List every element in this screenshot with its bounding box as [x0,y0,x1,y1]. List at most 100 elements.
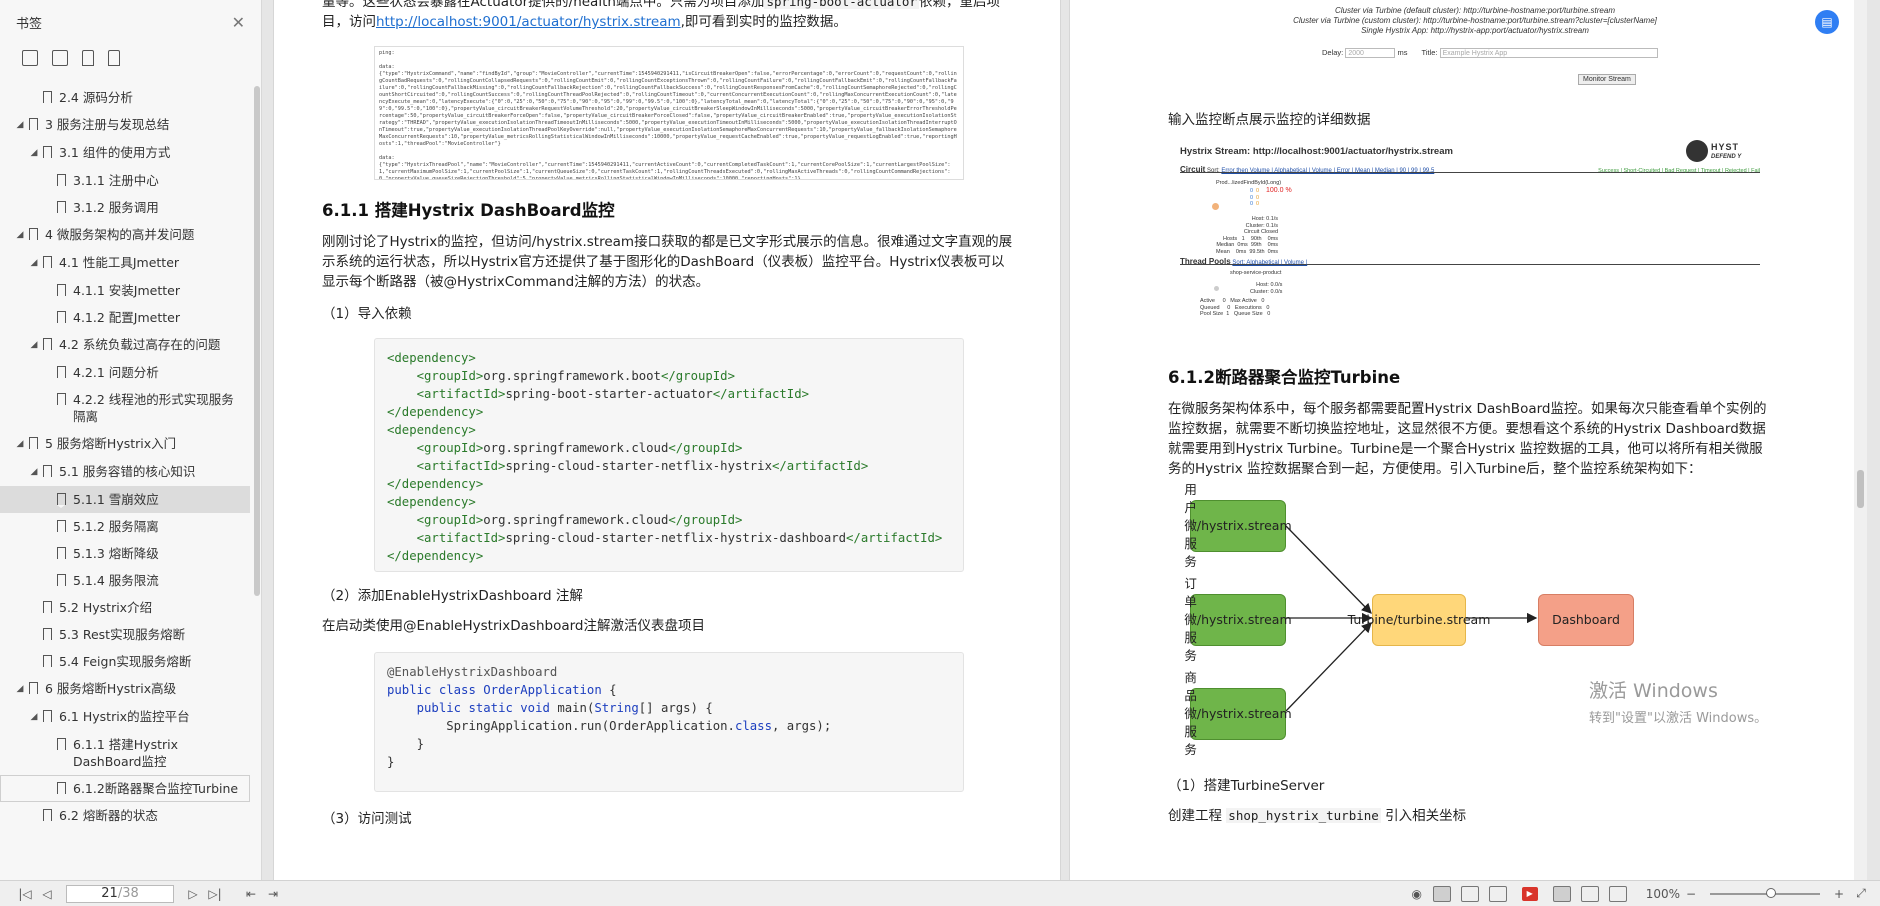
bookmark-item[interactable]: ◢ 5.1 服务容错的核心知识 [0,458,250,486]
expand-arrow-icon[interactable]: ◢ [14,435,26,453]
scroll-thumb[interactable] [1857,470,1864,508]
raw-stream-line: {"type":"HystrixCommand","name":"findByI… [379,71,957,147]
title-input: Example Hystrix App [1439,48,1658,59]
bookmark-icon [43,809,52,824]
bookmark-item[interactable]: 4.1.1 安装Jmetter [0,277,250,304]
bookmark-item[interactable]: 3.1.2 服务调用 [0,194,250,221]
bookmark-item[interactable]: ◢ 6 服务熔断Hystrix高级 [0,675,250,703]
bookmark-label: 4.1.1 安装Jmetter [73,283,180,298]
bookmark-item[interactable]: ◢ 3 服务注册与发现总结 [0,111,250,139]
raw-stream-line [379,148,959,155]
collapse-all-icon[interactable] [52,50,68,66]
forward-icon[interactable]: ⇥ [262,884,284,904]
bookmark-item[interactable]: ◢ 3.1 组件的使用方式 [0,139,250,167]
floating-tool-button[interactable]: ▤ [1815,10,1839,34]
expand-arrow-icon[interactable]: ◢ [28,254,40,272]
bookmark-label: 5.3 Rest实现服务熔断 [59,627,186,642]
zoom-level[interactable]: 100% [1646,887,1680,901]
bookmark-item[interactable]: ◢ 4 微服务架构的高并发问题 [0,221,250,249]
dependency-artifact-id: spring-boot-starter-actuator [505,387,713,401]
bookmark-item[interactable]: 6.1.2断路器聚合监控Turbine [0,775,250,802]
bookmark-item[interactable]: 5.1.2 服务隔离 [0,513,250,540]
bookmark-icon[interactable] [108,50,120,66]
bookmark-item[interactable]: 6.2 熔断器的状态 [0,802,250,829]
actual-size-icon[interactable] [1608,885,1627,902]
arrow-product-to-turbine [1285,622,1372,712]
paragraph-611: 刚刚讨论了Hystrix的监控，但访问/hystrix.stream接口获取的都… [322,234,1013,290]
back-icon[interactable]: ⇤ [240,884,262,904]
zoom-in-icon[interactable]: + [1828,884,1850,904]
code-token: @EnableHystrixDashboard [387,665,558,679]
bookmark-icon [43,338,52,353]
stream-link[interactable]: http://localhost:9001/actuator/hystrix.s… [376,14,681,30]
windows-activation-watermark: 激活 Windows 转到"设置"以激活 Windows。 [1589,680,1768,726]
bookmark-label: 5.1.3 熔断降级 [73,546,159,561]
bookmark-icon [57,520,66,535]
zoom-slider[interactable] [1710,887,1820,898]
bookmark-item[interactable]: 3.1.1 注册中心 [0,167,250,194]
last-page-icon[interactable]: ▷| [204,884,226,904]
next-page-icon[interactable]: ▷ [182,884,204,904]
fullscreen-icon[interactable]: ⤢ [1850,884,1872,904]
status-bar: |◁ ◁ 21/38 ▷ ▷| ⇤ ⇥ ◉ ▶ 100% − + ⤢ [0,880,1880,906]
bookmark-item[interactable]: 5.1.4 服务限流 [0,567,250,594]
bookmark-item[interactable]: ◢ 5 服务熔断Hystrix入门 [0,430,250,458]
expand-arrow-icon[interactable]: ◢ [14,226,26,244]
document-viewport[interactable]: 量等。这些状态会暴露在Actuator提供的/health端点中。只需为项目添加… [263,0,1867,880]
prev-page-icon[interactable]: ◁ [36,884,58,904]
first-page-icon[interactable]: |◁ [14,884,36,904]
bookmark-item[interactable]: 5.1.1 雪崩效应 [0,486,250,513]
bookmark-item[interactable]: 5.2 Hystrix介绍 [0,594,250,621]
bookmark-item[interactable]: ◢ 4.1 性能工具Jmetter [0,249,250,277]
bookmark-item[interactable]: 2.4 源码分析 [0,84,250,111]
fit-width-icon[interactable] [1580,885,1599,902]
hs-circuit-stats: Host: 0.1/s Cluster: 0.1/s Circuit Close… [1216,216,1279,255]
dependency-group-id: org.springframework.cloud [483,441,669,455]
expand-arrow-icon[interactable]: ◢ [28,144,40,162]
sidebar-scrollbar[interactable] [254,86,260,596]
expand-arrow-icon[interactable]: ◢ [14,680,26,698]
play-icon[interactable]: ▶ [1521,886,1538,901]
heading-611: 6.1.1 搭建Hystrix DashBoard监控 [322,201,615,220]
continuous-mode-icon[interactable] [1460,885,1479,902]
eye-protection-icon[interactable]: ◉ [1406,884,1428,904]
fit-page-icon[interactable] [1552,885,1571,902]
two-page-mode-icon[interactable] [1488,885,1507,902]
bookmark-icon [29,118,38,133]
bookmark-label: 6 服务熔断Hystrix高级 [45,681,177,696]
bookmark-label: 5.1.2 服务隔离 [73,519,159,534]
single-page-mode-icon[interactable] [1432,885,1451,902]
expand-all-icon[interactable] [22,50,38,66]
bookmark-item[interactable]: 4.1.2 配置Jmetter [0,304,250,331]
arrow-user-to-turbine [1285,525,1372,614]
bookmark-item[interactable]: 4.2.2 线程池的形式实现服务隔离 [0,386,250,430]
close-icon[interactable]: ✕ [232,13,245,32]
bookmark-item[interactable]: 6.1.1 搭建Hystrix DashBoard监控 [0,731,250,775]
expand-arrow-icon[interactable]: ◢ [28,463,40,481]
zoom-slider-thumb[interactable] [1766,887,1776,898]
bookmark-label: 3.1.2 服务调用 [73,200,159,215]
bookmark-item[interactable]: 5.1.3 熔断降级 [0,540,250,567]
add-bookmark-icon[interactable] [82,50,94,66]
bookmark-item[interactable]: 4.2.1 问题分析 [0,359,250,386]
code-token: [] args [638,701,691,715]
zoom-out-icon[interactable]: − [1680,884,1702,904]
hs-circuit-row: Circuit Sort: Error then Volume | Alphab… [1180,165,1435,174]
expand-arrow-icon[interactable]: ◢ [28,336,40,354]
bookmark-label: 4 微服务架构的高并发问题 [45,227,195,242]
bookmark-item[interactable]: ◢ 6.1 Hystrix的监控平台 [0,703,250,731]
dependency-code-block: <dependency> <groupId>org.springframewor… [374,338,964,572]
page-number-input[interactable]: 21/38 [66,884,174,903]
expand-arrow-icon[interactable]: ◢ [14,116,26,134]
bookmark-item[interactable]: ◢ 4.2 系统负载过高存在的问题 [0,331,250,359]
document-scrollbar[interactable] [1854,0,1867,880]
hs-threadpools-row: Thread Pools Sort: Alphabetical | Volume… [1180,257,1308,266]
expand-arrow-icon[interactable]: ◢ [28,708,40,726]
bookmark-item[interactable]: 5.3 Rest实现服务熔断 [0,621,250,648]
bookmark-item[interactable]: 5.4 Feign实现服务熔断 [0,648,250,675]
